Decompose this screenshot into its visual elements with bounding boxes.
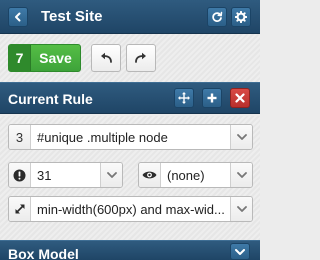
selector-value: #unique .multiple node bbox=[37, 129, 168, 145]
save-label: Save bbox=[39, 50, 72, 66]
eye-icon bbox=[142, 171, 157, 179]
save-button[interactable]: 7 Save bbox=[8, 44, 81, 72]
chevron-down-icon bbox=[236, 172, 247, 178]
site-title: Test Site bbox=[41, 8, 103, 25]
close-icon bbox=[235, 93, 245, 103]
back-button[interactable] bbox=[8, 7, 28, 27]
specificity-select[interactable]: 31 bbox=[8, 162, 123, 188]
undo-arrow-icon bbox=[101, 52, 112, 63]
visibility-select[interactable]: (none) bbox=[138, 162, 253, 188]
redo-arrow-icon bbox=[135, 52, 146, 63]
unsaved-count-badge: 7 bbox=[9, 45, 31, 71]
media-query-dropdown[interactable] bbox=[230, 197, 252, 221]
delete-rule-button[interactable] bbox=[230, 88, 250, 108]
chevron-left-icon bbox=[15, 12, 21, 22]
gear-icon bbox=[235, 11, 247, 23]
media-query-select[interactable]: min-width(600px) and max-wid... bbox=[8, 196, 253, 222]
box-model-header[interactable]: Box Model bbox=[0, 240, 260, 260]
selector-dropdown[interactable] bbox=[230, 125, 252, 149]
visibility-value: (none) bbox=[167, 167, 205, 183]
redo-button[interactable] bbox=[126, 44, 156, 72]
media-query-value: min-width(600px) and max-wid... bbox=[37, 201, 225, 217]
move-rule-button[interactable] bbox=[174, 88, 194, 108]
media-query-badge bbox=[9, 197, 31, 221]
chevron-down-icon bbox=[235, 248, 245, 255]
chevron-down-icon bbox=[106, 172, 117, 178]
undo-button[interactable] bbox=[91, 44, 121, 72]
selector-select[interactable]: 3 #unique .multiple node bbox=[8, 124, 253, 150]
plus-icon bbox=[207, 93, 217, 103]
settings-button[interactable] bbox=[231, 7, 251, 27]
chevron-down-icon bbox=[236, 134, 247, 140]
refresh-icon bbox=[212, 11, 223, 22]
refresh-button[interactable] bbox=[207, 7, 227, 27]
selector-count: 3 bbox=[9, 125, 31, 149]
chevron-down-icon bbox=[236, 206, 247, 212]
box-model-title: Box Model bbox=[8, 246, 79, 260]
resize-diagonal-icon bbox=[15, 204, 24, 214]
exclamation-icon bbox=[13, 169, 26, 181]
visibility-badge bbox=[139, 163, 161, 187]
visibility-dropdown[interactable] bbox=[230, 163, 252, 187]
add-rule-button[interactable] bbox=[202, 88, 222, 108]
specificity-value: 31 bbox=[37, 167, 52, 183]
box-model-toggle-button[interactable] bbox=[230, 243, 250, 260]
current-rule-title: Current Rule bbox=[8, 91, 93, 107]
move-icon bbox=[178, 92, 190, 104]
specificity-dropdown[interactable] bbox=[100, 163, 122, 187]
app-header: Test Site bbox=[0, 0, 260, 34]
specificity-badge bbox=[9, 163, 31, 187]
